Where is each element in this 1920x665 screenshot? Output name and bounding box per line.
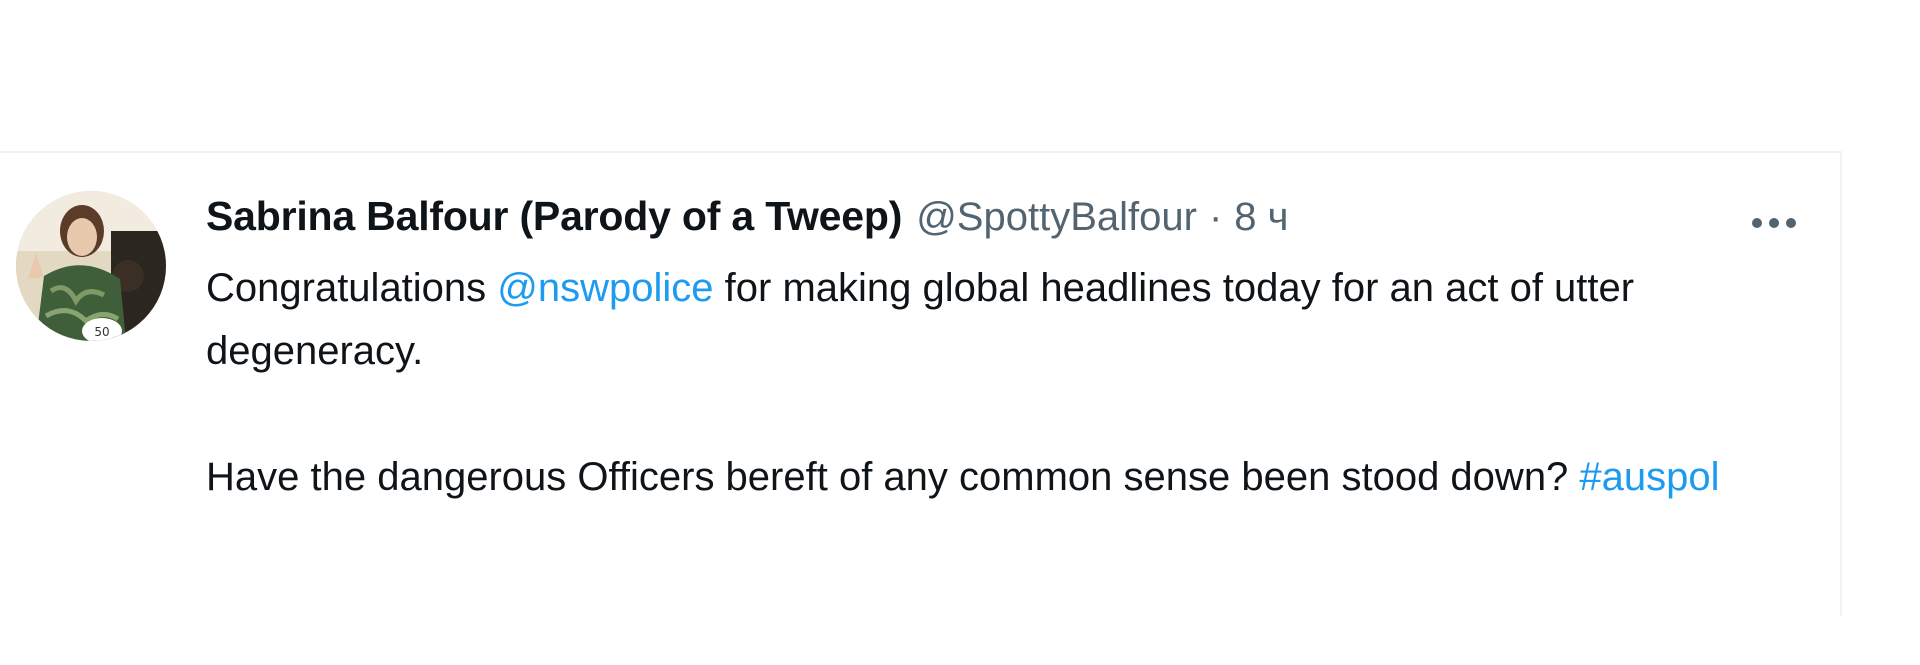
tweet-text-part: Congratulations [206, 266, 498, 310]
avatar-image: 50 [16, 191, 166, 341]
tweet-text-part: Have the dangerous Officers bereft of an… [206, 455, 1580, 499]
tweet-text: Congratulations @nswpolice for making gl… [206, 257, 1786, 509]
hashtag-link[interactable]: #auspol [1579, 455, 1719, 499]
tweet-paragraph-1: Congratulations @nswpolice for making gl… [206, 257, 1786, 383]
tweet-paragraph-2: Have the dangerous Officers bereft of an… [206, 446, 1786, 509]
tweet[interactable]: 50 Sabrina Balfour (Parody of a Tweep) @… [0, 153, 1840, 663]
tweet-timestamp[interactable]: 8 ч [1234, 195, 1288, 240]
tweet-content: Sabrina Balfour (Parody of a Tweep) @Spo… [206, 193, 1796, 509]
author-handle[interactable]: @SpottyBalfour [916, 195, 1197, 240]
page: 50 Sabrina Balfour (Parody of a Tweep) @… [0, 0, 1920, 665]
more-horizontal-icon [1752, 218, 1796, 228]
more-options-button[interactable] [1742, 203, 1806, 243]
mention-link[interactable]: @nswpolice [497, 266, 713, 310]
author-display-name[interactable]: Sabrina Balfour (Parody of a Tweep) [206, 193, 902, 240]
column-border [1840, 151, 1842, 616]
svg-text:50: 50 [94, 325, 109, 339]
separator-dot: · [1208, 195, 1223, 239]
avatar[interactable]: 50 [16, 191, 166, 341]
tweet-header: Sabrina Balfour (Parody of a Tweep) @Spo… [206, 193, 1786, 249]
